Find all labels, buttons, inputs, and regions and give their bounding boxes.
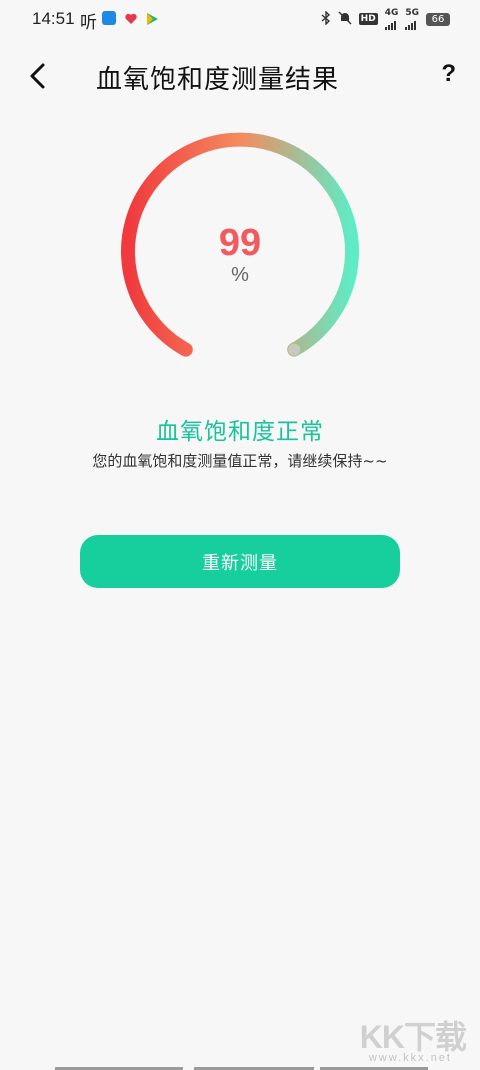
navigation-bar	[0, 1066, 480, 1070]
play-app-icon	[145, 11, 159, 25]
result-title: 血氧饱和度正常	[156, 419, 324, 445]
spo2-gauge: 99 %	[110, 130, 370, 380]
ting-indicator: 听	[80, 13, 97, 33]
health-app-icon	[124, 11, 138, 25]
mute-icon	[338, 11, 352, 28]
remeasure-button[interactable]: 重新测量	[80, 535, 400, 588]
screen: 14:51 听 HD 4G 5G 66 血氧饱和度测量结果 ? 99 % 血氧饱…	[0, 0, 480, 1070]
signal-5g-icon: 5G	[405, 9, 419, 30]
bluetooth-icon	[321, 10, 331, 28]
status-bar: 14:51 听 HD 4G 5G 66	[0, 0, 480, 38]
navigation-app-icon	[102, 11, 116, 25]
status-icons: HD 4G 5G 66	[321, 9, 450, 30]
watermark-url: www.kkx.net	[368, 1052, 452, 1064]
hd-icon: HD	[358, 13, 378, 25]
status-time: 14:51	[32, 9, 75, 28]
page-title: 血氧饱和度测量结果	[96, 65, 340, 95]
spo2-unit: %	[231, 264, 249, 286]
header: 血氧饱和度测量结果 ?	[0, 50, 480, 106]
signal-4g-icon: 4G	[384, 9, 398, 30]
back-arrow-icon[interactable]	[26, 62, 50, 90]
spo2-value: 99	[218, 222, 262, 264]
help-icon[interactable]: ?	[441, 60, 456, 88]
battery-icon: 66	[426, 13, 450, 26]
result-description: 您的血氧饱和度测量值正常，请继续保持~~	[92, 452, 388, 470]
